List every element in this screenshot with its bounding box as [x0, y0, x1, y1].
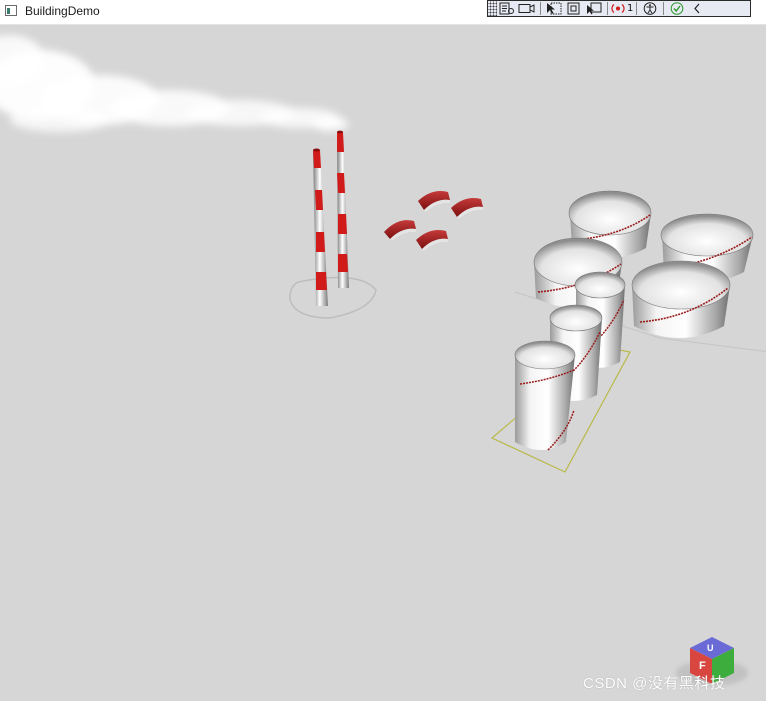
select-element-icon[interactable]: [544, 1, 564, 16]
storage-tanks[interactable]: [514, 190, 754, 451]
view-cube-face-front: F: [699, 660, 706, 672]
chimney-base-pad: [289, 276, 377, 319]
roof-4[interactable]: [416, 230, 448, 251]
camera-icon[interactable]: [517, 1, 537, 16]
checkmark-icon[interactable]: [667, 1, 687, 16]
toolbar-separator: [540, 2, 541, 15]
toolbar-separator: [607, 2, 608, 15]
rooftops[interactable]: [384, 191, 483, 251]
roof-3[interactable]: [384, 220, 416, 241]
accessibility-icon[interactable]: [640, 1, 660, 16]
display-layout-adorners-icon[interactable]: [564, 1, 584, 16]
binding-failure-count: 1: [627, 3, 634, 14]
tank-tall-3[interactable]: [514, 340, 576, 451]
viewport-3d[interactable]: F U: [0, 24, 766, 696]
binding-failures-icon[interactable]: 1: [611, 1, 633, 16]
csdn-watermark: CSDN @没有黑科技: [583, 675, 726, 692]
window-titlebar: BuildingDemo 1: [0, 0, 766, 25]
roof-1[interactable]: [418, 191, 450, 212]
debug-toolbar: 1: [487, 0, 751, 17]
chimney-right[interactable]: [337, 130, 349, 288]
collapse-chevron-icon[interactable]: [687, 1, 707, 16]
visual-tree-icon[interactable]: [497, 1, 517, 16]
toolbar-separator: [636, 2, 638, 15]
app-window-icon: [5, 5, 17, 16]
view-cube-face-up: U: [707, 643, 714, 653]
smoke-plume: [0, 35, 348, 132]
roof-2[interactable]: [451, 198, 483, 219]
track-focus-icon[interactable]: [584, 1, 604, 16]
toolbar-separator: [663, 2, 665, 15]
toolbar-grip-handle[interactable]: [488, 1, 497, 16]
window-title: BuildingDemo: [25, 4, 100, 18]
chimney-left[interactable]: [313, 148, 328, 307]
tank-large-4[interactable]: [631, 260, 731, 338]
